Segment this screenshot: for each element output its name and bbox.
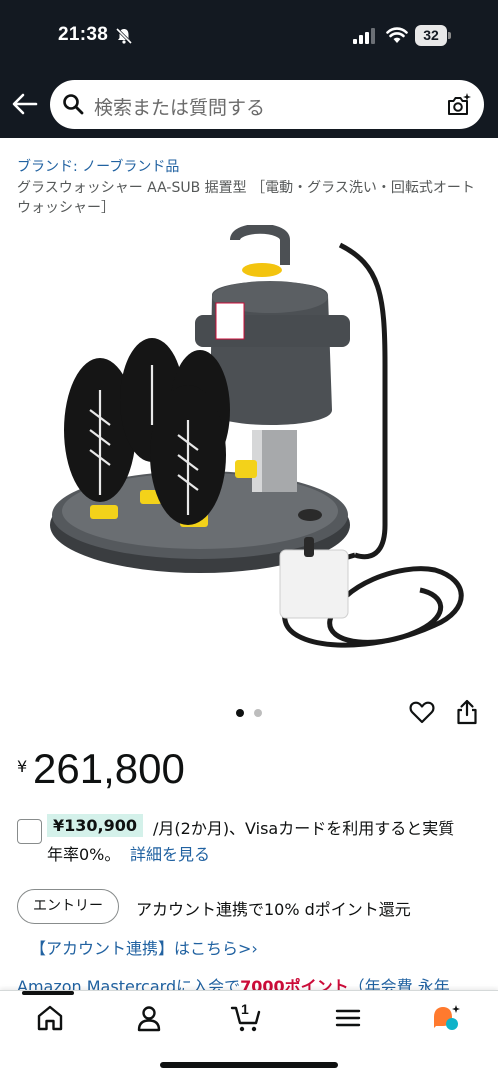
installment-text-rate: 年率0%。 (47, 845, 121, 864)
installment-amount: ¥130,900 (47, 814, 144, 837)
camera-search-icon[interactable] (446, 92, 472, 118)
image-dot-1[interactable] (236, 709, 244, 717)
heart-icon[interactable] (409, 700, 435, 724)
home-indicator (160, 1062, 338, 1068)
installment-text: /月(2か月)、Visaカードを利用すると実質 (153, 819, 455, 838)
product-title: グラスウォッシャー AA-SUB 据置型 ［電動・グラス洗い・回転式オートウォッ… (17, 180, 475, 216)
cart-button[interactable]: 1 (230, 1001, 262, 1033)
brand-link[interactable]: ブランド: ノーブランド品 (17, 156, 179, 176)
battery-indicator: 32 (415, 25, 451, 46)
bell-off-icon (115, 27, 133, 45)
price-currency: ¥ (17, 757, 28, 776)
home-icon[interactable] (34, 1003, 66, 1033)
cart-count: 1 (241, 1001, 249, 1017)
menu-icon[interactable] (332, 1003, 364, 1033)
search-input[interactable]: 検索または質問する (50, 80, 484, 129)
price-value: 261,800 (33, 745, 185, 792)
search-placeholder: 検索または質問する (94, 97, 266, 119)
back-arrow-icon[interactable] (12, 92, 38, 116)
status-bar: 21:38 32 (0, 0, 498, 70)
share-icon[interactable] (456, 699, 478, 725)
account-link[interactable]: 【アカウント連携】はこちら>› (30, 935, 258, 959)
account-icon[interactable] (133, 1003, 165, 1033)
battery-tip (448, 32, 451, 39)
rufus-icon[interactable] (430, 1003, 462, 1033)
search-icon (63, 94, 84, 115)
entry-button[interactable]: エントリー (17, 889, 119, 924)
search-header: 検索または質問する (0, 70, 498, 138)
signal-icon (353, 28, 375, 44)
product-image[interactable] (40, 225, 480, 665)
points-text: アカウント連携で10% dポイント還元 (136, 900, 411, 919)
installment-details-link[interactable]: 詳細を見る (130, 841, 210, 865)
wifi-icon (386, 27, 408, 43)
installment-checkbox[interactable] (17, 819, 42, 844)
battery-level: 32 (415, 25, 447, 46)
status-time: 21:38 (58, 24, 109, 45)
nav-active-indicator (22, 991, 74, 995)
image-dot-2[interactable] (254, 709, 262, 717)
